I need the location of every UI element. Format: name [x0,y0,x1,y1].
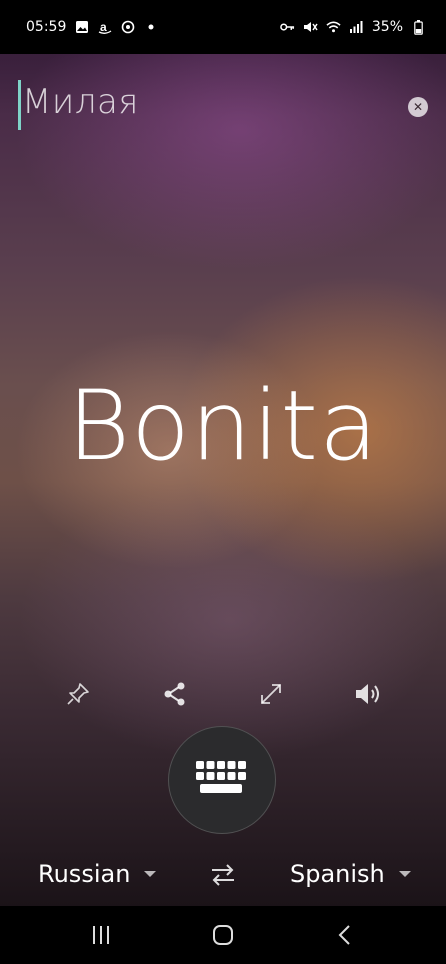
clear-input-button[interactable]: ✕ [408,97,428,117]
speaker-icon [355,684,379,704]
keyboard-icon [196,761,246,793]
back-button[interactable] [325,915,365,955]
dot-icon [143,20,158,35]
share-button[interactable] [157,676,193,712]
source-language-dropdown[interactable]: Russian [38,860,157,888]
home-icon [213,925,233,945]
translation-result: Bonita [67,370,379,482]
action-toolbar [60,676,386,712]
signal-icon [349,20,364,35]
source-text-value: Милая [22,82,139,122]
language-selector-row: Russian Spanish [0,852,446,900]
mute-icon [303,20,318,35]
speak-button[interactable] [350,676,386,712]
status-time: 05:59 [26,19,67,35]
target-language-dropdown[interactable]: Spanish [290,860,411,888]
fullscreen-button[interactable] [253,676,289,712]
close-icon: ✕ [412,100,424,114]
pin-icon [67,683,89,705]
battery-icon [411,19,426,35]
expand-icon [261,684,282,704]
swap-icon [212,864,234,886]
recents-button[interactable] [81,915,121,955]
home-button[interactable] [203,915,243,955]
swap-languages-button[interactable] [208,860,238,890]
source-language-label: Russian [38,860,131,888]
pin-button[interactable] [60,676,96,712]
status-bar: 05:59 a 35% [0,0,446,54]
battery-percent: 35% [371,19,403,35]
share-icon [164,682,185,706]
keyboard-button[interactable] [168,726,276,834]
chevron-down-icon [144,871,157,877]
amazon-icon: a [97,20,112,35]
source-text-input[interactable]: Милая ✕ [18,78,428,134]
recents-icon [93,926,109,944]
gallery-icon [74,20,89,35]
key-icon [280,20,295,35]
wifi-icon [326,20,341,35]
chevron-down-icon [398,871,411,877]
text-cursor [18,80,21,130]
back-icon [338,925,350,945]
svg-text:a: a [100,20,107,34]
system-nav-bar [0,906,446,964]
target-language-label: Spanish [290,860,385,888]
sync-icon [120,20,135,35]
